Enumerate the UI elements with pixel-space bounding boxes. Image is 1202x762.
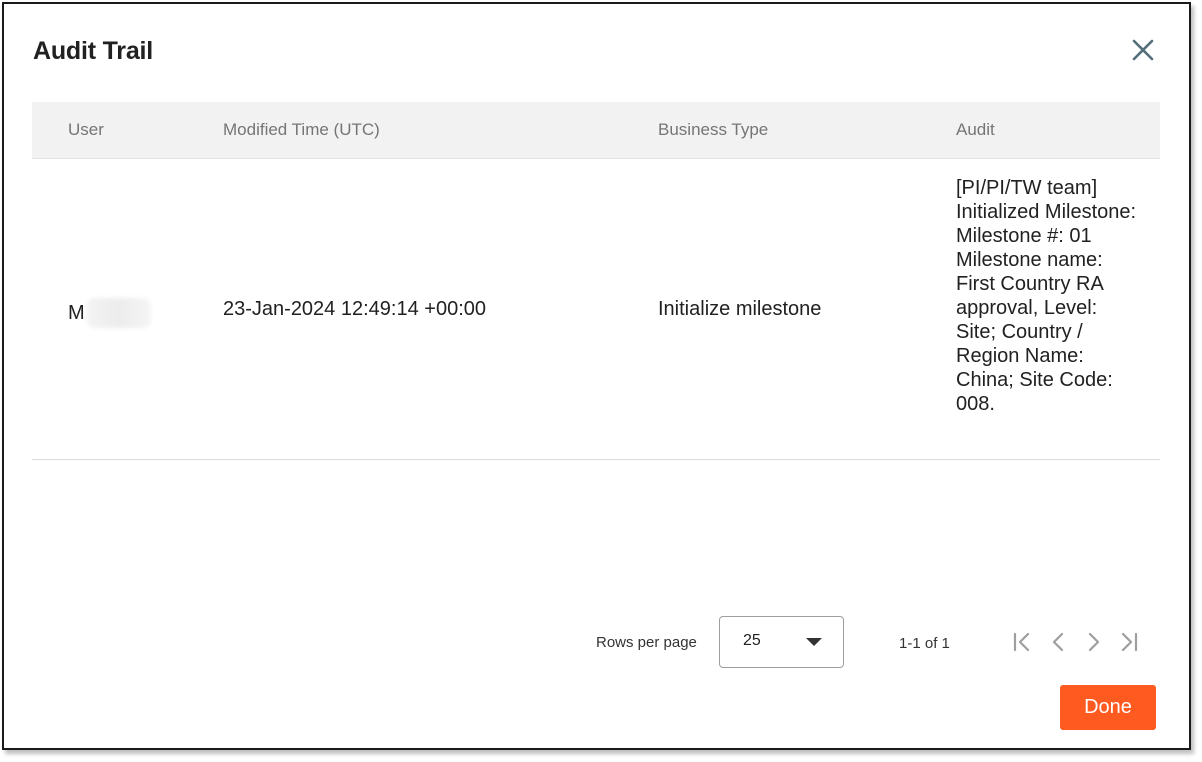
first-page-button[interactable]	[1009, 629, 1035, 655]
rows-per-page-value: 25	[743, 632, 761, 649]
column-header-business-type: Business Type	[658, 120, 769, 139]
redacted-user-name	[86, 298, 151, 328]
audit-table: User Modified Time (UTC) Business Type A…	[32, 102, 1160, 460]
pagination-bar: Rows per page 25 1-1 of 1	[4, 616, 1189, 672]
last-page-icon	[1121, 632, 1138, 652]
table-header: User Modified Time (UTC) Business Type A…	[32, 102, 1160, 159]
next-page-icon	[1088, 632, 1100, 652]
column-header-audit: Audit	[956, 120, 995, 139]
close-button[interactable]	[1128, 35, 1158, 65]
audit-cell: [PI/PI/TW team] Initialized Milestone: M…	[956, 177, 1137, 415]
first-page-icon	[1013, 632, 1030, 652]
business-type-cell: Initialize milestone	[658, 298, 822, 320]
rows-per-page-label: Rows per page	[596, 634, 697, 651]
done-button[interactable]: Done	[1060, 685, 1156, 730]
column-header-modified-time: Modified Time (UTC)	[223, 120, 380, 139]
close-icon	[1132, 39, 1154, 61]
modified-time-cell: 23-Jan-2024 12:49:14 +00:00	[223, 298, 486, 320]
user-name: M	[68, 301, 85, 324]
previous-page-button[interactable]	[1045, 629, 1071, 655]
previous-page-icon	[1052, 632, 1064, 652]
user-cell: M	[68, 298, 151, 328]
table-row: M 23-Jan-2024 12:49:14 +00:00 Initialize…	[32, 159, 1160, 460]
audit-trail-dialog: Audit Trail User Modified Time (UTC) Bus…	[2, 2, 1191, 750]
rows-per-page-select[interactable]: 25	[719, 616, 844, 668]
dialog-title: Audit Trail	[33, 37, 154, 65]
last-page-button[interactable]	[1116, 629, 1142, 655]
column-header-user: User	[68, 120, 104, 139]
caret-down-icon	[806, 638, 822, 646]
next-page-button[interactable]	[1081, 629, 1107, 655]
page-range-text: 1-1 of 1	[899, 635, 950, 652]
